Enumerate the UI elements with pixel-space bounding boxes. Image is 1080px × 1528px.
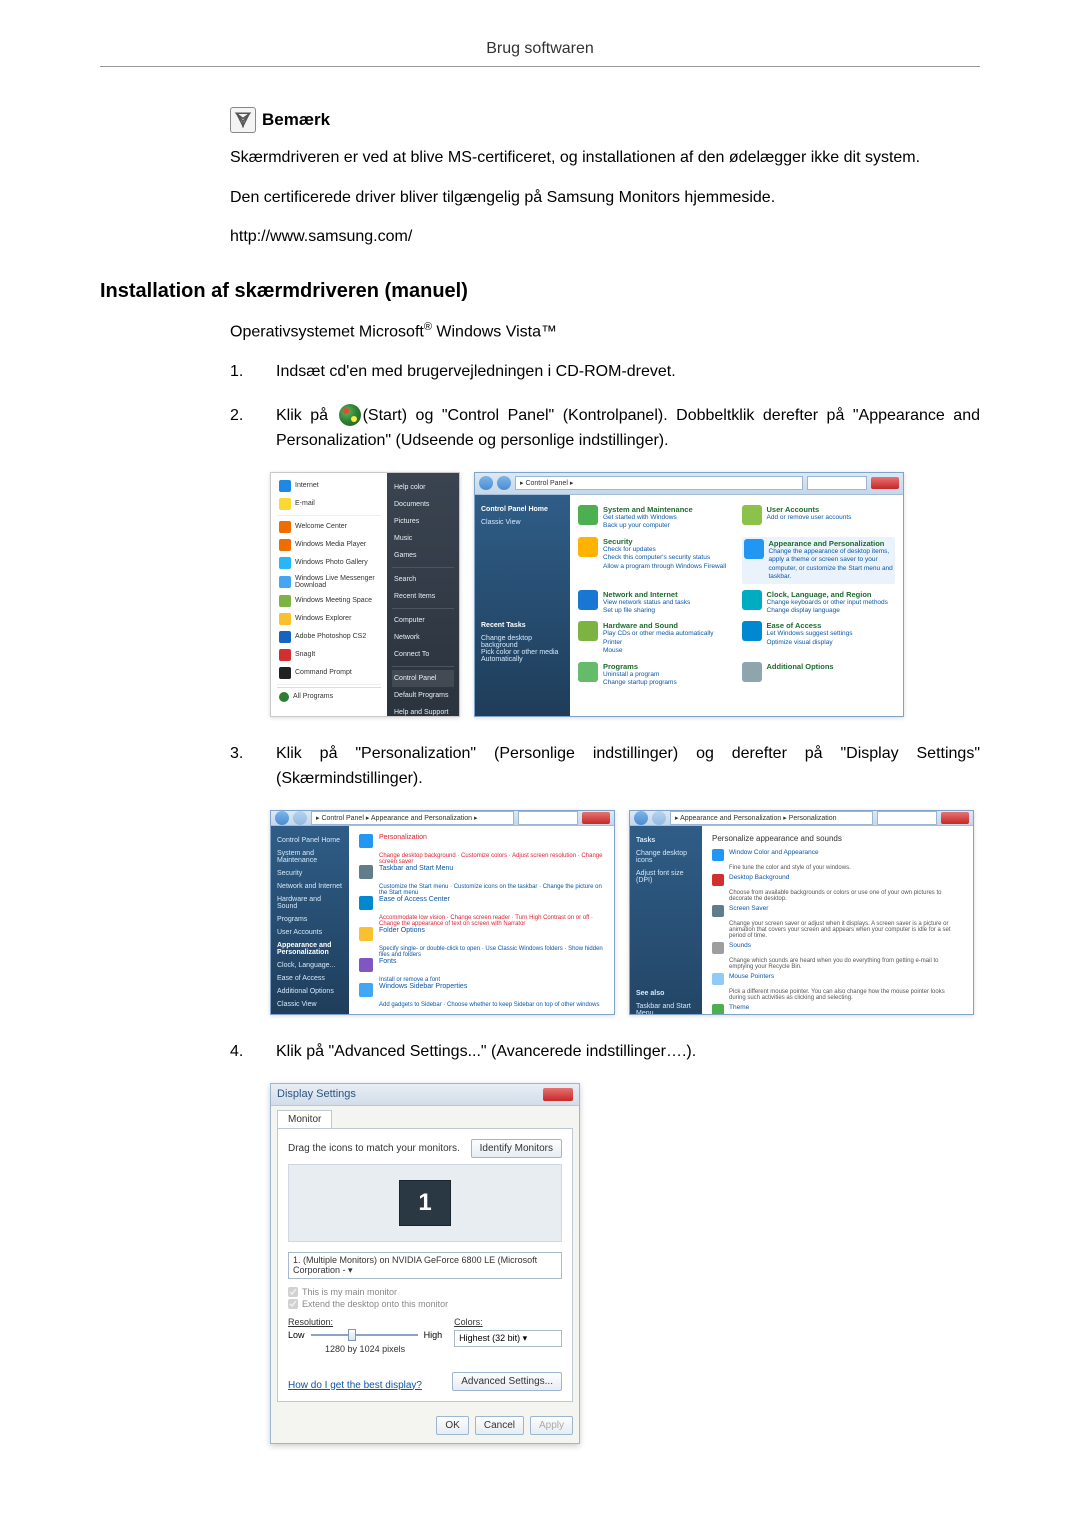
close-icon: [871, 477, 899, 489]
note-p2: Den certificerede driver bliver tilgænge…: [230, 185, 980, 211]
step-4: 4. Klik på "Advanced Settings..." (Avanc…: [230, 1039, 980, 1065]
advanced-settings-button[interactable]: Advanced Settings...: [452, 1372, 562, 1391]
drag-instruction: Drag the icons to match your monitors.: [288, 1143, 460, 1154]
screenshot-appearance-personalization: ▸ Control Panel ▸ Appearance and Persona…: [270, 810, 980, 1015]
start-menu-screenshot: Internet E-mail Welcome Center Windows M…: [270, 472, 460, 717]
note-url: http://www.samsung.com/: [230, 224, 980, 250]
apply-button[interactable]: Apply: [530, 1416, 573, 1435]
section-heading: Installation af skærmdriveren (manuel): [100, 280, 980, 303]
identify-monitors-button[interactable]: Identify Monitors: [471, 1139, 562, 1158]
screenshot-start-controlpanel: Internet E-mail Welcome Center Windows M…: [270, 472, 980, 717]
step-2: 2. Klik på (Start) og "Control Panel" (K…: [230, 403, 980, 454]
os-line: Operativsystemet Microsoft® Windows Vist…: [230, 321, 980, 341]
note-block: Bemærk Skærmdriveren er ved at blive MS-…: [230, 107, 980, 250]
monitor-preview[interactable]: 1: [288, 1164, 562, 1242]
close-icon[interactable]: [543, 1088, 573, 1101]
resolution-slider[interactable]: Low High: [288, 1330, 442, 1340]
close-icon: [582, 812, 610, 824]
cancel-button[interactable]: Cancel: [475, 1416, 524, 1435]
resolution-label: Resolution:: [288, 1317, 442, 1327]
tab-monitor[interactable]: Monitor: [277, 1110, 332, 1128]
colors-label: Colors:: [454, 1317, 562, 1327]
help-link[interactable]: How do I get the best display?: [288, 1380, 422, 1391]
page-header: Brug softwaren: [100, 40, 980, 67]
step-3: 3. Klik på "Personalization" (Personlige…: [230, 741, 980, 792]
colors-select[interactable]: Highest (32 bit) ▾: [454, 1330, 562, 1347]
control-panel-screenshot: ▸ Control Panel ▸ Control Panel Home Cla…: [474, 472, 904, 717]
extend-desktop-checkbox: Extend the desktop onto this monitor: [288, 1299, 562, 1309]
start-orb-icon: [339, 404, 361, 426]
resolution-value: 1280 by 1024 pixels: [288, 1344, 442, 1354]
note-icon: [230, 107, 256, 133]
display-settings-dialog: Display Settings Monitor Drag the icons …: [270, 1083, 580, 1444]
note-label: Bemærk: [262, 110, 330, 130]
monitor-select[interactable]: 1. (Multiple Monitors) on NVIDIA GeForce…: [288, 1252, 562, 1279]
close-icon: [941, 812, 969, 824]
monitor-1-icon[interactable]: 1: [399, 1180, 451, 1226]
personalization-screenshot: ▸ Appearance and Personalization ▸ Perso…: [629, 810, 974, 1015]
main-monitor-checkbox: This is my main monitor: [288, 1287, 562, 1297]
ok-button[interactable]: OK: [436, 1416, 468, 1435]
screenshot-display-settings: Display Settings Monitor Drag the icons …: [270, 1083, 980, 1444]
note-p1: Skærmdriveren er ved at blive MS-certifi…: [230, 145, 980, 171]
step-1: 1. Indsæt cd'en med brugervejledningen i…: [230, 359, 980, 385]
dialog-title: Display Settings: [277, 1088, 356, 1100]
appearance-screenshot: ▸ Control Panel ▸ Appearance and Persona…: [270, 810, 615, 1015]
